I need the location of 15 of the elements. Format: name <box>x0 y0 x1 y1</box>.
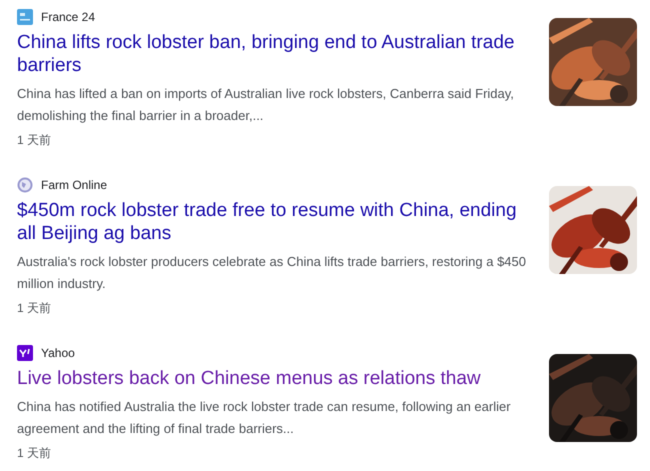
tile-icon <box>17 9 33 25</box>
timestamp: 1 天前 <box>17 132 52 149</box>
headline-link[interactable]: China lifts rock lobster ban, bringing end to Australian trade barriers <box>17 31 537 77</box>
source-name: France 24 <box>41 9 96 26</box>
snippet: China has notified Australia the live rock lobster trade can resume, following an earlier agreement and the lifting of final trade barriers... <box>17 398 512 438</box>
headline-link[interactable]: $450m rock lobster trade free to resume with China, ending all Beijing ag bans <box>17 199 537 245</box>
globe-icon <box>17 177 33 193</box>
source-name: Yahoo <box>41 345 75 362</box>
snippet: China has lifted a ban on imports of Australian live rock lobsters, Canberra said Friday, demolishing the final barrier in a broader,... <box>17 85 515 125</box>
timestamp: 1 天前 <box>17 445 52 462</box>
snippet: Australia's rock lobster producers celebrate as China lifts trade barriers, restoring a $450 million industry. <box>17 253 527 293</box>
timestamp: 1 天前 <box>17 300 52 317</box>
source-name: Farm Online <box>41 177 108 194</box>
logo-icon <box>17 345 33 361</box>
headline-link[interactable]: Live lobsters back on Chinese menus as relations thaw <box>17 367 537 390</box>
